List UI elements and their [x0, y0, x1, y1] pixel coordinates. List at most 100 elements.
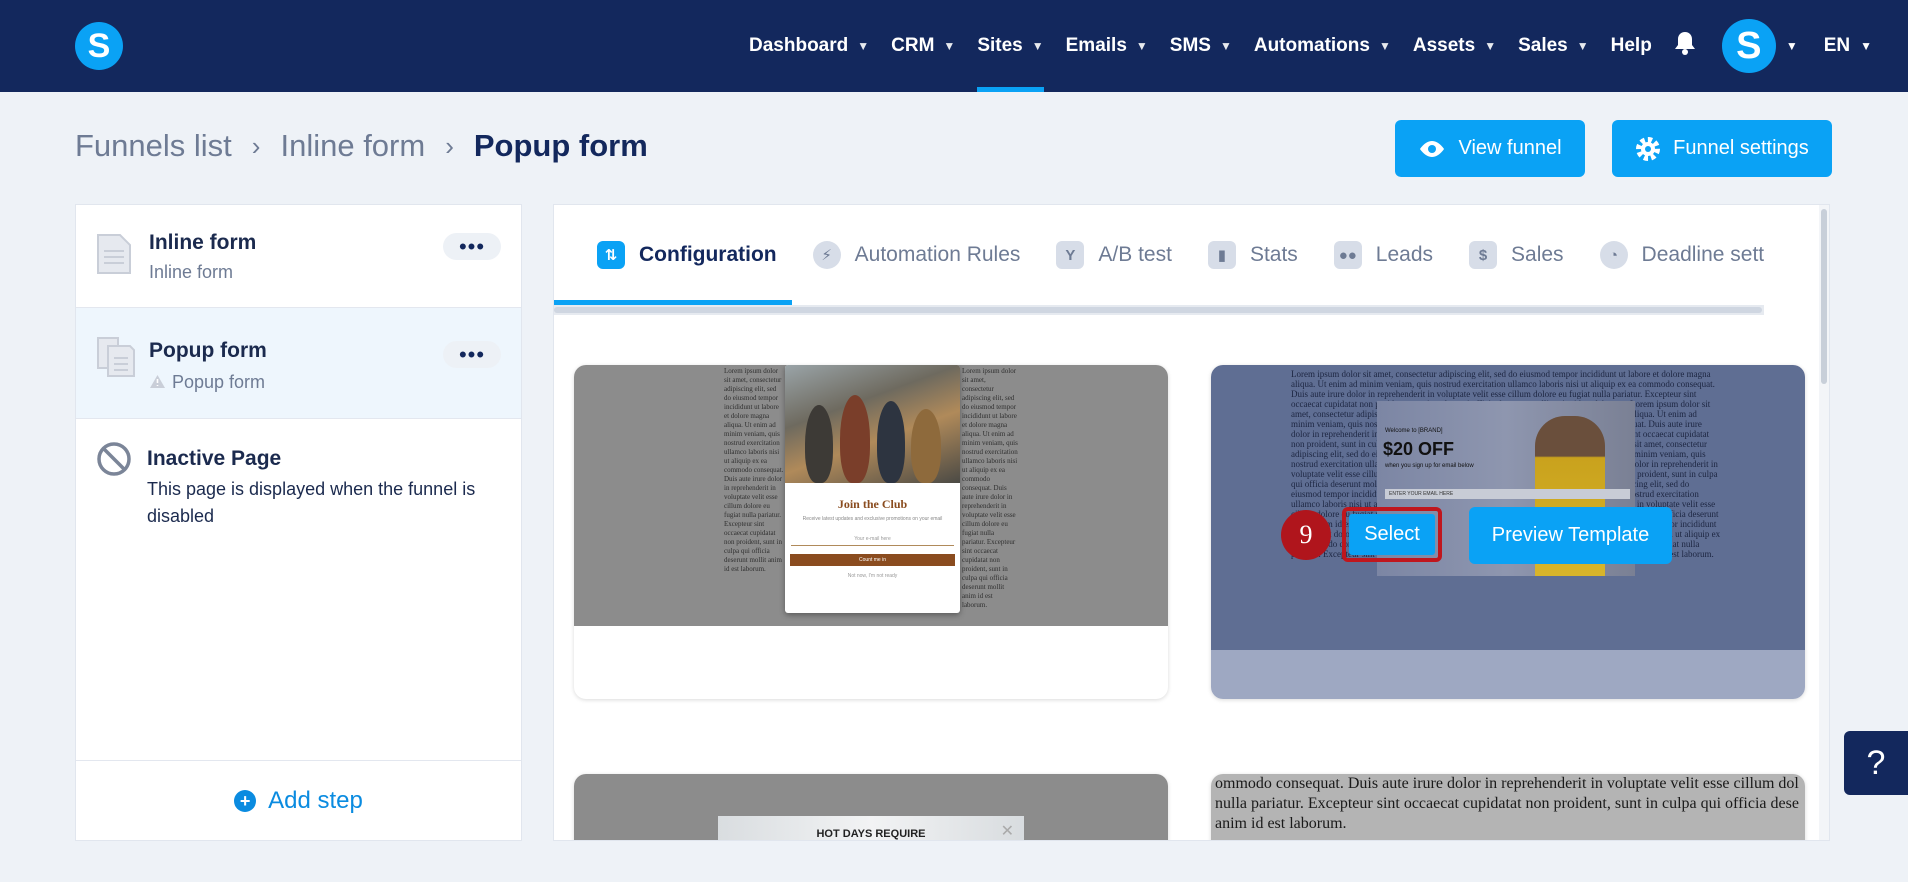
view-funnel-label: View funnel [1458, 137, 1562, 159]
more-options-button[interactable]: ••• [443, 233, 501, 260]
tab-label: Automation Rules [854, 243, 1021, 266]
lorem-line: anim id est laborum. [1215, 815, 1347, 832]
tab-leads[interactable]: ●● Leads [1333, 205, 1434, 305]
chevron-right-icon: › [251, 130, 261, 161]
template-card-join-club[interactable]: Lorem ipsum dolor sit amet, consectetur … [574, 365, 1168, 699]
breadcrumb-inline-form[interactable]: Inline form [280, 128, 425, 164]
tabs-scrollbar[interactable] [554, 305, 1764, 315]
scrollbar-thumb[interactable] [1821, 209, 1827, 384]
tab-sales[interactable]: $ Sales [1469, 205, 1564, 305]
hover-controls: 9 Select Preview Template [1211, 504, 1805, 564]
bar-chart-icon: ▮ [1207, 241, 1236, 269]
funnel-settings-label: Funnel settings [1673, 137, 1809, 159]
split-icon: Y [1056, 241, 1085, 269]
tab-deadline-settings[interactable]: ◔ Deadline sett [1599, 205, 1765, 305]
dollar-icon: $ [1469, 241, 1498, 269]
step-subtitle: Inline form [149, 262, 234, 282]
plus-circle-icon: + [234, 789, 257, 812]
tab-bar: ⇅ Configuration ⚡ Automation Rules Y A/B te… [554, 205, 1824, 305]
warning-icon [150, 375, 165, 388]
inactive-page[interactable]: Inactive Page This page is displayed whe… [76, 419, 521, 569]
step-inline-form[interactable]: Inline form Inline form ••• [76, 205, 521, 308]
chevron-down-icon[interactable]: ▼ [1786, 39, 1798, 53]
tab-automation-rules[interactable]: ⚡ Automation Rules [812, 205, 1021, 305]
step-subtitle: Popup form [149, 372, 265, 393]
popup-subtitle: Receive latest updates and exclusive pro… [802, 516, 943, 522]
disabled-icon [96, 441, 132, 482]
popup-email-field: Your e-mail here [791, 536, 954, 546]
main-panel: ⇅ Configuration ⚡ Automation Rules Y A/B te… [553, 204, 1830, 841]
document-stack-icon [96, 336, 136, 383]
nav-dashboard[interactable]: Dashboard ▼ [749, 0, 869, 92]
chevron-down-icon: ▼ [1135, 39, 1148, 53]
template-card-hot-days[interactable]: HOT DAYS REQUIRE ✕ [574, 774, 1168, 840]
view-funnel-button[interactable]: View funnel [1395, 120, 1585, 177]
inactive-page-title: Inactive Page [147, 447, 282, 470]
nav-label: Emails [1065, 35, 1127, 56]
nav-emails[interactable]: Emails ▼ [1066, 0, 1148, 92]
select-label: Select [1349, 514, 1435, 555]
help-button[interactable]: ? [1844, 731, 1908, 795]
preview-template-button[interactable]: Preview Template [1469, 507, 1672, 564]
promo-welcome: Welcome to [BRAND] [1385, 428, 1443, 434]
sliders-icon: ⇅ [597, 241, 625, 269]
nav-sms[interactable]: SMS ▼ [1170, 0, 1232, 92]
template-thumbnail: Lorem ipsum dolor sit amet, consectetur … [574, 365, 1168, 626]
card-footer [1211, 650, 1805, 699]
add-step-button[interactable]: + Add step [76, 760, 521, 840]
tab-label: A/B test [1098, 243, 1172, 266]
nav-label: Dashboard [749, 35, 849, 56]
lightning-icon: ⚡ [812, 241, 841, 269]
nav-sites[interactable]: Sites ▼ [977, 0, 1044, 92]
lorem-text: Lorem ipsum dolor sit amet, consectetur … [724, 367, 784, 573]
inactive-page-description: This page is displayed when the funnel i… [147, 479, 476, 526]
language-selector[interactable]: EN ▼ [1824, 35, 1872, 57]
chevron-down-icon: ▼ [1219, 39, 1232, 53]
template-card-text[interactable]: ommodo consequat. Duis aute irure dolor … [1211, 774, 1805, 840]
clock-icon: ◔ [1599, 241, 1628, 269]
tab-ab-test[interactable]: Y A/B test [1056, 205, 1172, 305]
nav-crm[interactable]: CRM ▼ [891, 0, 955, 92]
nav-label: SMS [1169, 35, 1211, 56]
nav-sales[interactable]: Sales ▼ [1518, 0, 1589, 92]
funnel-settings-button[interactable]: Funnel settings [1612, 120, 1832, 177]
template-card-20-off[interactable]: Lorem ipsum dolor sit amet, consectetur … [1211, 365, 1805, 699]
promo-when: when you sign up for email below [1385, 463, 1474, 469]
hot-days-headline: HOT DAYS REQUIRE [816, 828, 926, 840]
step-title: Popup form [149, 339, 267, 362]
scrollbar-thumb[interactable] [554, 307, 1762, 313]
nav-help[interactable]: Help [1611, 0, 1652, 92]
panel-scrollbar[interactable] [1819, 205, 1829, 840]
chevron-down-icon: ▼ [1031, 39, 1044, 53]
funnel-steps-sidebar: Inline form Inline form ••• Popup form P… [75, 204, 522, 841]
step-subtitle-text: Popup form [172, 372, 266, 392]
popup-preview: Join the Club Receive latest updates and… [785, 365, 960, 613]
nav-label: Sales [1518, 35, 1568, 56]
nav-label: Help [1610, 35, 1652, 56]
step-popup-form[interactable]: Popup form Popup form ••• [76, 308, 521, 419]
template-thumbnail: HOT DAYS REQUIRE ✕ [574, 774, 1168, 840]
chevron-down-icon: ▼ [1378, 39, 1391, 53]
logo[interactable]: S [75, 22, 123, 70]
nav-assets[interactable]: Assets ▼ [1413, 0, 1496, 92]
tab-label: Stats [1249, 243, 1298, 266]
tab-label: Deadline sett [1641, 243, 1765, 266]
chevron-down-icon: ▼ [1576, 39, 1589, 53]
tab-label: Configuration [639, 243, 777, 266]
nav-label: Automations [1253, 35, 1370, 56]
avatar[interactable]: S [1721, 19, 1776, 73]
bell-icon[interactable] [1674, 31, 1696, 61]
tab-configuration[interactable]: ⇅ Configuration [597, 205, 777, 305]
tab-stats[interactable]: ▮ Stats [1207, 205, 1298, 305]
nav-automations[interactable]: Automations ▼ [1254, 0, 1391, 92]
hot-days-preview: HOT DAYS REQUIRE ✕ [718, 816, 1024, 840]
language-label: EN [1823, 35, 1851, 56]
select-template-button[interactable]: Select [1342, 507, 1442, 562]
more-options-button[interactable]: ••• [443, 341, 501, 368]
nav-label: Assets [1412, 35, 1476, 56]
promo-email-field: ENTER YOUR EMAIL HERE [1385, 489, 1630, 499]
tab-label: Leads [1375, 243, 1434, 266]
breadcrumb-funnels-list[interactable]: Funnels list [75, 128, 232, 164]
breadcrumb: Funnels list › Inline form › Popup form [75, 128, 648, 164]
chevron-down-icon: ▼ [857, 39, 870, 53]
